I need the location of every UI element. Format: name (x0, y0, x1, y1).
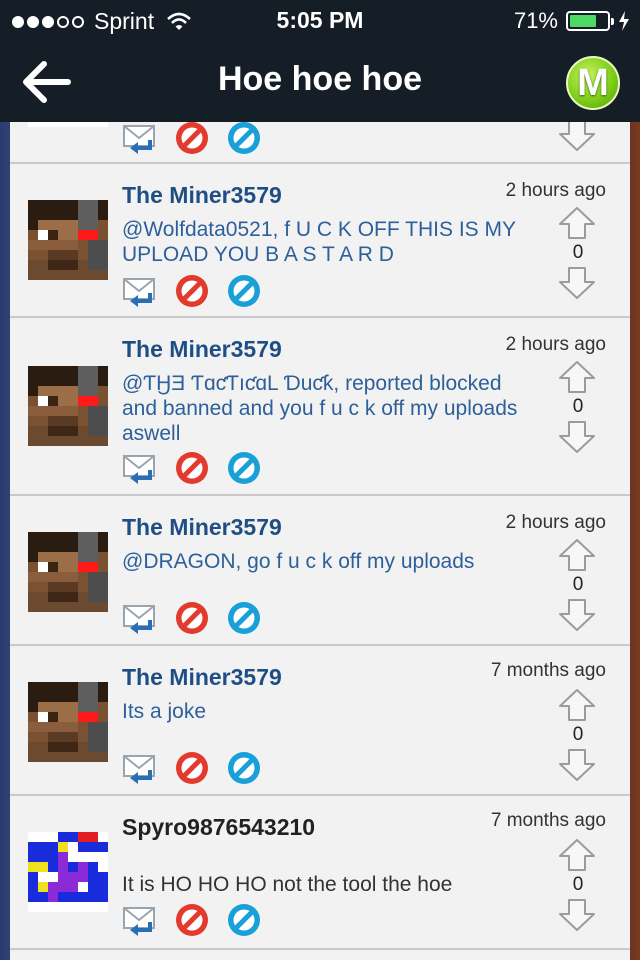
ban-user-icon[interactable] (226, 450, 262, 486)
comment-actions (122, 902, 262, 938)
avatar[interactable] (28, 366, 108, 446)
upvote-arrow-icon[interactable] (558, 538, 596, 572)
downvote-arrow-icon[interactable] (558, 122, 596, 152)
comment-text: Its a joke (122, 700, 207, 723)
vote-count: 0 (572, 874, 584, 895)
ban-user-icon[interactable] (226, 750, 262, 786)
vote-controls: 0 (558, 206, 598, 300)
reply-icon[interactable] (122, 450, 158, 486)
comment-actions (122, 600, 262, 636)
reply-icon[interactable] (122, 122, 158, 156)
comment-actions (122, 273, 262, 309)
ban-user-icon[interactable] (226, 600, 262, 636)
downvote-arrow-icon[interactable] (558, 898, 596, 932)
upvote-arrow-icon[interactable] (558, 838, 596, 872)
block-user-icon[interactable] (174, 600, 210, 636)
avatar[interactable] (28, 200, 108, 280)
vote-controls: 0 (558, 538, 598, 632)
ban-user-icon[interactable] (226, 122, 262, 156)
vote-count: 0 (572, 242, 584, 263)
avatar[interactable] (28, 832, 108, 912)
comment-username[interactable]: The Miner3579 (122, 336, 282, 363)
downvote-arrow-icon[interactable] (558, 266, 596, 300)
downvote-arrow-icon[interactable] (558, 420, 596, 454)
upvote-arrow-icon[interactable] (558, 360, 596, 394)
reply-icon[interactable] (122, 273, 158, 309)
reply-icon[interactable] (122, 902, 158, 938)
ban-user-icon[interactable] (226, 902, 262, 938)
upvote-arrow-icon[interactable] (558, 688, 596, 722)
comment-username[interactable]: The Miner3579 (122, 664, 282, 691)
upvote-arrow-icon[interactable] (558, 206, 596, 240)
battery-icon (566, 11, 614, 31)
comment-row: The Miner3579 2 hours ago @DRAGON, go f … (10, 496, 630, 646)
downvote-arrow-icon[interactable] (558, 748, 596, 782)
avatar[interactable] (28, 682, 108, 762)
vote-count: 0 (572, 396, 584, 417)
block-user-icon[interactable] (174, 273, 210, 309)
comment-text: @ƬӇƎ ƬɑƈƬıƈɑL Ɗuƈƙ, reported blocked and… (122, 372, 518, 445)
comment-username[interactable]: The Miner3579 (122, 182, 282, 209)
block-user-icon[interactable] (174, 122, 210, 156)
comment-username[interactable]: Spyro9876543210 (122, 814, 315, 841)
battery-percent: 71% (513, 8, 558, 33)
vote-controls (558, 122, 598, 152)
comment-text: It is HO HO HO not the tool the hoe (122, 873, 453, 896)
comment-row: The Miner3579 7 months ago Its a joke 0 (10, 646, 630, 796)
block-user-icon[interactable] (174, 902, 210, 938)
reply-icon[interactable] (122, 600, 158, 636)
page-title: Hoe hoe hoe (217, 60, 423, 98)
comment-row-partial (10, 122, 630, 164)
comment-timestamp: 7 months ago (490, 660, 606, 681)
vote-controls: 0 (558, 360, 598, 454)
comment-text: @Wolfdata0521, f U C K OFF THIS IS MY UP… (122, 218, 516, 266)
reply-icon[interactable] (122, 750, 158, 786)
comment-timestamp: 7 months ago (490, 810, 606, 831)
comment-username[interactable]: The Miner3579 (122, 514, 282, 541)
comment-row: The Miner3579 2 hours ago @ƬӇƎ ƬɑƈƬıƈɑL … (10, 318, 630, 496)
charging-bolt-icon (619, 11, 629, 31)
avatar (28, 122, 108, 128)
comments-list[interactable]: The Miner3579 2 hours ago @Wolfdata0521,… (10, 122, 630, 960)
app-logo-m-icon[interactable]: M (566, 56, 620, 110)
block-user-icon[interactable] (174, 450, 210, 486)
comment-actions (122, 122, 262, 156)
downvote-arrow-icon[interactable] (558, 598, 596, 632)
comment-row: Spyro9876543210 7 months ago It is HO HO… (10, 796, 630, 950)
app-screen: Sprint 5:05 PM 71% Hoe hoe hoe M The Min… (0, 0, 640, 960)
comment-timestamp: 2 hours ago (505, 512, 606, 533)
comment-actions (122, 750, 262, 786)
comment-timestamp: 2 hours ago (505, 334, 606, 355)
block-user-icon[interactable] (174, 750, 210, 786)
ban-user-icon[interactable] (226, 273, 262, 309)
comment-text: @DRAGON, go f u c k off my uploads (122, 550, 475, 573)
vote-controls: 0 (558, 838, 598, 932)
battery-status: 71% (514, 8, 630, 34)
vote-count: 0 (572, 724, 584, 745)
status-bar: Sprint 5:05 PM 71% (0, 0, 640, 40)
avatar[interactable] (28, 532, 108, 612)
comment-actions (122, 450, 262, 486)
vote-controls: 0 (558, 688, 598, 782)
vote-count: 0 (572, 574, 584, 595)
navigation-bar: Hoe hoe hoe M (0, 40, 640, 122)
comment-row: The Miner3579 2 hours ago @Wolfdata0521,… (10, 164, 630, 318)
comment-timestamp: 2 hours ago (505, 180, 606, 201)
